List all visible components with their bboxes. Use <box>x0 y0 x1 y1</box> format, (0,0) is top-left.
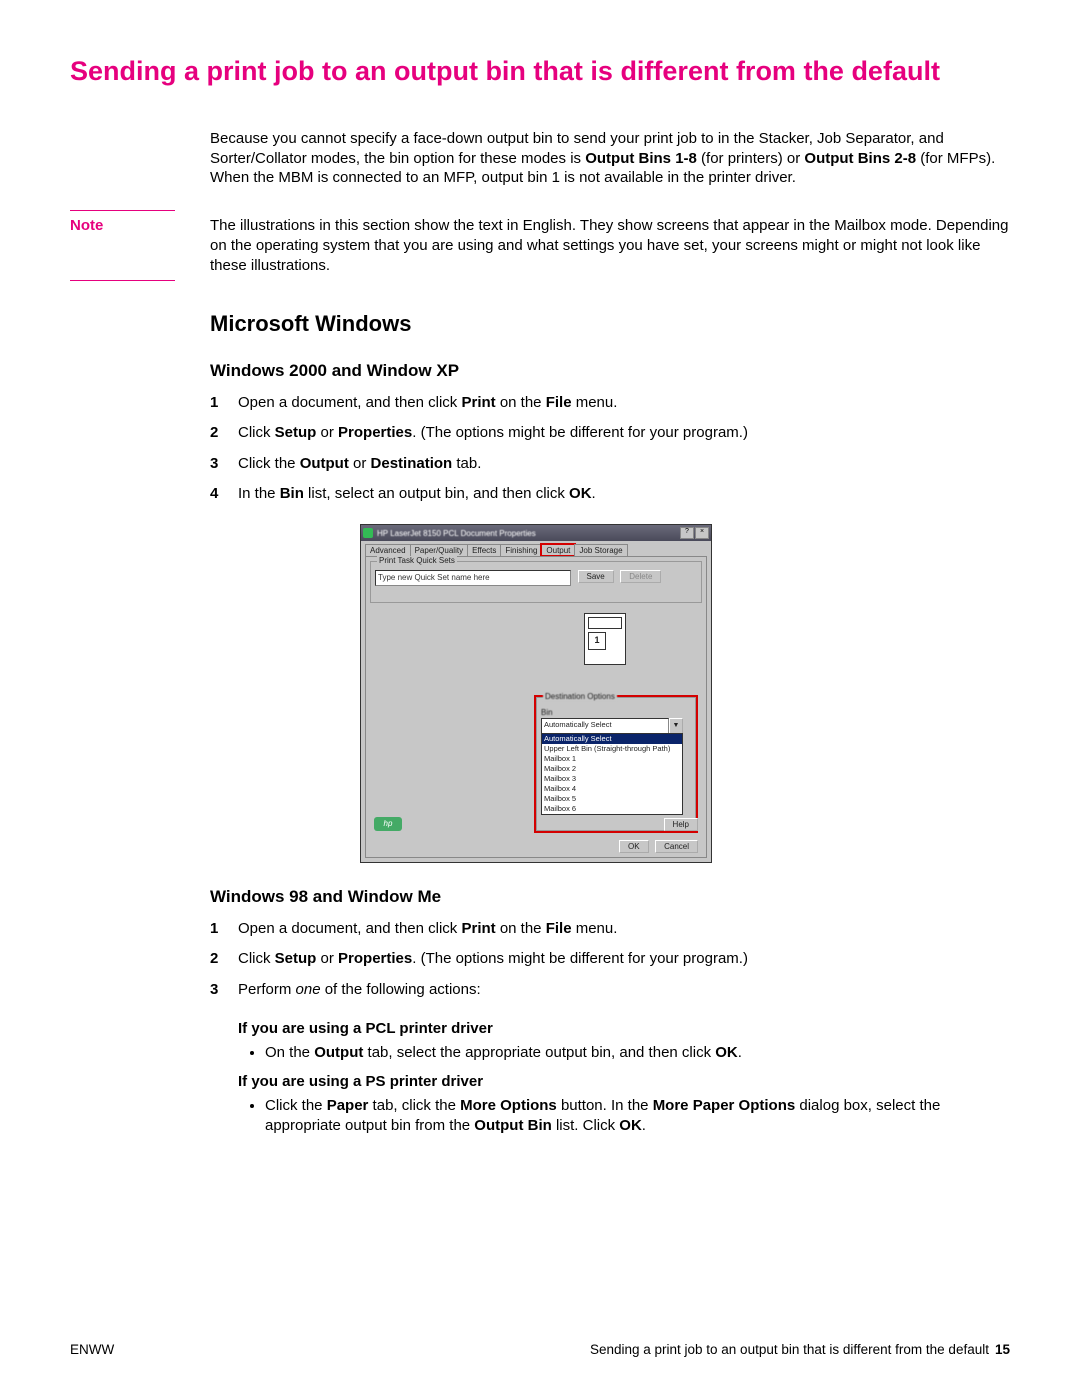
quick-sets-combo[interactable]: Type new Quick Set name here <box>375 570 571 586</box>
dialog-titlebar: HP LaserJet 8150 PCL Document Properties… <box>361 525 711 541</box>
dialog-title: HP LaserJet 8150 PCL Document Properties <box>377 529 679 538</box>
step: Click the Output or Destination tab. <box>210 454 1010 474</box>
bin-option[interactable]: Mailbox 1 <box>542 754 682 764</box>
bin-combo[interactable]: Automatically Select <box>541 718 669 734</box>
list-item: Click the Paper tab, click the More Opti… <box>265 1096 1010 1137</box>
bin-option[interactable]: Automatically Select <box>542 734 682 744</box>
quick-sets-label: Print Task Quick Sets <box>377 556 457 565</box>
page-title: Sending a print job to an output bin tha… <box>70 55 1010 89</box>
chevron-down-icon[interactable]: ▼ <box>669 718 683 734</box>
footer-left: ENWW <box>70 1342 114 1357</box>
destination-label: Destination Options <box>543 692 617 701</box>
destination-options-group: Destination Options Bin Automatically Se… <box>536 697 696 831</box>
section-heading: Microsoft Windows <box>210 311 1010 337</box>
ok-button[interactable]: OK <box>619 840 649 853</box>
quick-sets-group: Print Task Quick Sets Type new Quick Set… <box>370 561 702 603</box>
list-item: On the Output tab, select the appropriat… <box>265 1043 1010 1063</box>
screenshot-dialog: HP LaserJet 8150 PCL Document Properties… <box>360 524 710 863</box>
bin-option[interactable]: Mailbox 6 <box>542 804 682 814</box>
bin-option[interactable]: Mailbox 4 <box>542 784 682 794</box>
hp-logo-icon: hp <box>374 817 402 831</box>
pcl-bullet-list: On the Output tab, select the appropriat… <box>265 1043 1010 1063</box>
close-window-button[interactable]: × <box>695 527 709 539</box>
step: Click Setup or Properties. (The options … <box>210 949 1010 969</box>
step: Perform one of the following actions: <box>210 980 1010 1000</box>
bin-option[interactable]: Mailbox 2 <box>542 764 682 774</box>
bin-dropdown-list[interactable]: Automatically Select Upper Left Bin (Str… <box>541 733 683 815</box>
bin-option[interactable]: Mailbox 3 <box>542 774 682 784</box>
delete-button[interactable]: Delete <box>620 570 661 583</box>
dialog-tab-strip: Advanced Paper/Quality Effects Finishing… <box>361 541 711 556</box>
pcl-driver-heading: If you are using a PCL printer driver <box>238 1020 1010 1037</box>
app-icon <box>363 528 373 538</box>
tab-finishing[interactable]: Finishing <box>500 544 542 556</box>
ps-driver-heading: If you are using a PS printer driver <box>238 1073 1010 1090</box>
steps-win2000xp: Open a document, and then click Print on… <box>210 393 1010 504</box>
tab-job-storage[interactable]: Job Storage <box>574 544 627 556</box>
cancel-button[interactable]: Cancel <box>655 840 698 853</box>
ps-bullet-list: Click the Paper tab, click the More Opti… <box>265 1096 1010 1137</box>
tab-effects[interactable]: Effects <box>467 544 501 556</box>
steps-win98me: Open a document, and then click Print on… <box>210 919 1010 1000</box>
subsection-win98me: Windows 98 and Window Me <box>210 887 1010 907</box>
footer-right: Sending a print job to an output bin tha… <box>590 1342 989 1357</box>
subsection-win2000xp: Windows 2000 and Window XP <box>210 361 1010 381</box>
page-footer: ENWW Sending a print job to an output bi… <box>70 1342 1010 1357</box>
bin-option[interactable]: Mailbox 5 <box>542 794 682 804</box>
page-number: 15 <box>995 1342 1010 1357</box>
preview-day-icon: 1 <box>588 632 606 650</box>
step: Open a document, and then click Print on… <box>210 919 1010 939</box>
help-window-button[interactable]: ? <box>680 527 694 539</box>
page-preview: 1 <box>584 613 626 665</box>
bin-label: Bin <box>541 708 691 717</box>
bin-option[interactable]: Upper Left Bin (Straight-through Path) <box>542 744 682 754</box>
step: In the Bin list, select an output bin, a… <box>210 484 1010 504</box>
note-block: Note The illustrations in this section s… <box>70 210 1010 281</box>
note-rule-bottom <box>70 280 175 281</box>
help-button[interactable]: Help <box>664 818 698 831</box>
step: Click Setup or Properties. (The options … <box>210 423 1010 443</box>
tab-output[interactable]: Output <box>541 544 575 556</box>
intro-paragraph: Because you cannot specify a face-down o… <box>210 129 1010 188</box>
note-label: Note <box>70 211 210 234</box>
tab-advanced[interactable]: Advanced <box>365 544 411 556</box>
tab-paper-quality[interactable]: Paper/Quality <box>410 544 468 556</box>
note-text: The illustrations in this section show t… <box>210 210 1010 275</box>
step: Open a document, and then click Print on… <box>210 393 1010 413</box>
save-button[interactable]: Save <box>578 570 614 583</box>
